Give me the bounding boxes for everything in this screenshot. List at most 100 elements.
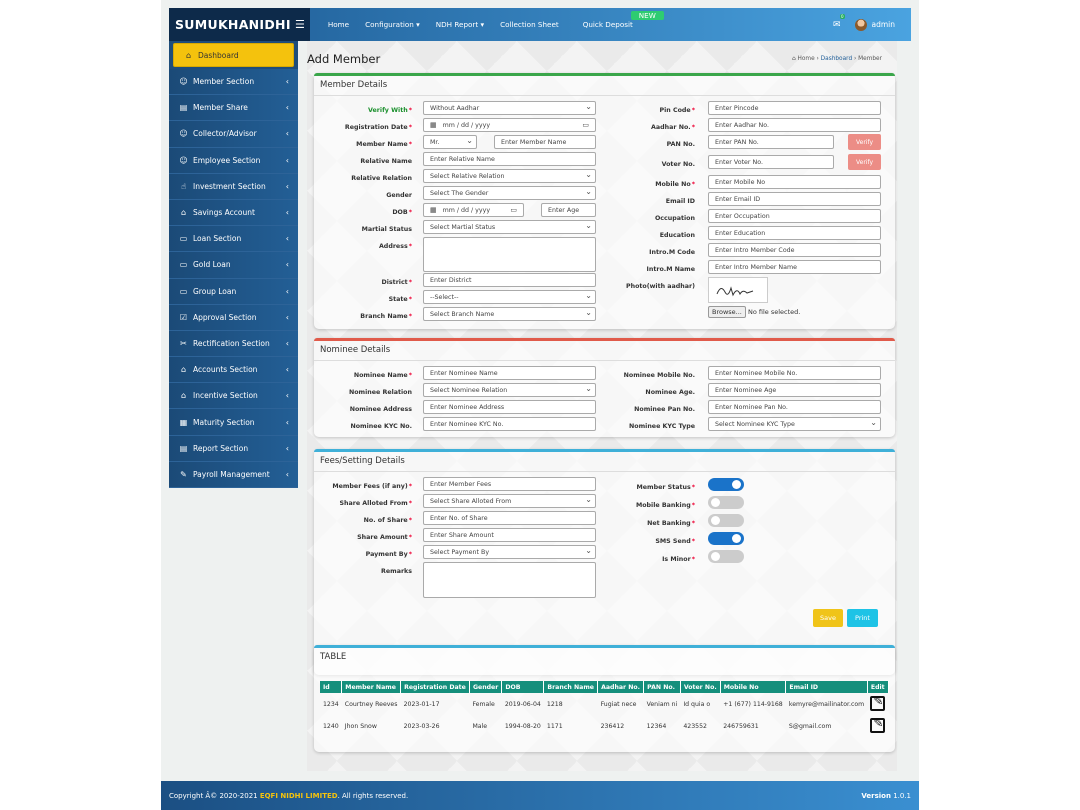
pan-input[interactable]: Enter PAN No. <box>708 135 834 149</box>
sidebar-item-label: Employee Section <box>193 155 261 165</box>
calendar-picker-icon[interactable]: ▭ <box>510 206 517 214</box>
sidebar-item-incentive-section[interactable]: ⌂ Incentive Section ‹ <box>169 383 298 410</box>
net-banking-toggle[interactable] <box>708 514 744 527</box>
aadhar-input[interactable]: Enter Aadhar No. <box>708 118 881 132</box>
nominee-name-input[interactable]: Enter Nominee Name <box>423 366 596 380</box>
table-header-cell[interactable]: Voter No. <box>680 681 721 693</box>
sidebar-item-payroll-management[interactable]: ✎ Payroll Management ‹ <box>169 461 298 488</box>
age-input[interactable]: Enter Age <box>541 203 596 217</box>
pan-verify-button[interactable]: Verify <box>848 134 881 150</box>
address-textarea[interactable] <box>423 237 596 272</box>
marital-status-select[interactable]: Select Martial Status <box>423 220 596 234</box>
remarks-label: Remarks <box>381 568 412 575</box>
table-header-cell[interactable]: Mobile No <box>720 681 787 693</box>
state-select[interactable]: --Select-- <box>423 290 596 304</box>
table-header-cell[interactable]: Member Name <box>341 681 402 693</box>
registration-date-input[interactable]: ▦ mm / dd / yyyy ▭ <box>423 118 596 132</box>
breadcrumb-dashboard[interactable]: Dashboard <box>821 56 852 62</box>
nominee-address-input[interactable]: Enter Nominee Address <box>423 400 596 414</box>
sidebar-item-employee-section[interactable]: ☺ Employee Section ‹ <box>169 147 298 174</box>
sidebar-item-savings-account[interactable]: ⌂ Savings Account ‹ <box>169 199 298 227</box>
sidebar-item-loan-section[interactable]: ▭ Loan Section ‹ <box>169 226 298 253</box>
district-input[interactable]: Enter District <box>423 273 596 287</box>
relative-name-input[interactable]: Enter Relative Name <box>423 152 596 166</box>
company-link[interactable]: EQFI NIDHI LIMITED <box>260 792 338 800</box>
sidebar-item-group-loan[interactable]: ▭ Group Loan ‹ <box>169 278 298 305</box>
sidebar-item-member-share[interactable]: ▤ Member Share ‹ <box>169 95 298 122</box>
email-input[interactable]: Enter Email ID <box>708 192 881 206</box>
table-header-cell[interactable]: Edit <box>867 681 890 693</box>
nominee-pan-input[interactable]: Enter Nominee Pan No. <box>708 400 881 414</box>
calendar-picker-icon[interactable]: ▭ <box>582 121 589 129</box>
table-header-cell[interactable]: Branch Name <box>543 681 599 693</box>
verify-with-select[interactable]: Without Aadhar <box>423 101 596 115</box>
sidebar-item-investment-section[interactable]: ☝ Investment Section ‹ <box>169 173 298 200</box>
branch-name-select[interactable]: Select Branch Name <box>423 307 596 321</box>
brand-logo[interactable]: SUMUKHANIDHI L' <box>169 8 298 41</box>
save-button[interactable]: Save <box>813 609 843 627</box>
member-status-toggle[interactable] <box>708 478 744 491</box>
sidebar-item-report-section[interactable]: ▤ Report Section ‹ <box>169 435 298 462</box>
share-alloted-from-select[interactable]: Select Share Alloted From <box>423 494 596 508</box>
hamburger-icon[interactable]: ☰ <box>290 8 310 41</box>
sidebar-item-maturity-section[interactable]: ▦ Maturity Section ‹ <box>169 409 298 436</box>
intro-name-input[interactable]: Enter Intro Member Name <box>708 260 881 274</box>
nominee-mobile-input[interactable]: Enter Nominee Mobile No. <box>708 366 881 380</box>
table-header-cell[interactable]: Id <box>320 681 343 693</box>
salutation-select[interactable]: Mr. <box>423 135 477 149</box>
share-amount-input[interactable]: Enter Share Amount <box>423 528 596 542</box>
table-header-cell[interactable]: DOB <box>501 681 545 693</box>
table-card: TABLE Id Member Name Registration Date Gend… <box>314 645 895 752</box>
print-button[interactable]: Print <box>847 609 878 627</box>
payment-by-select[interactable]: Select Payment By <box>423 545 596 559</box>
sidebar-item-rectification-section[interactable]: ✂ Rectification Section ‹ <box>169 330 298 358</box>
nav-home[interactable]: Home <box>320 20 357 29</box>
breadcrumb-current: Member <box>858 56 882 62</box>
gender-select[interactable]: Select The Gender <box>423 186 596 200</box>
nav-configuration[interactable]: Configuration ▾ <box>357 20 428 29</box>
education-input[interactable]: Enter Education <box>708 226 881 240</box>
table-header-cell[interactable]: Email ID <box>785 681 868 693</box>
nav-collection-sheet[interactable]: Collection Sheet <box>492 20 567 29</box>
sidebar-item-accounts-section[interactable]: ⌂ Accounts Section ‹ <box>169 357 298 384</box>
breadcrumb-home[interactable]: Home <box>798 56 815 62</box>
sidebar-item-collector-advisor[interactable]: ☺ Collector/Advisor ‹ <box>169 121 298 148</box>
nominee-relation-select[interactable]: Select Nominee Relation <box>423 383 596 397</box>
share-no-input[interactable]: Enter No. of Share <box>423 511 596 525</box>
mail-icon[interactable]: ✉ 0 <box>833 13 845 30</box>
browse-button[interactable]: Browse... <box>708 306 746 318</box>
relative-relation-select[interactable]: Select Relative Relation <box>423 169 596 183</box>
mobile-banking-toggle[interactable] <box>708 496 744 509</box>
table-header-cell[interactable]: PAN No. <box>643 681 681 693</box>
dob-input[interactable]: ▦ mm / dd / yyyy ▭ <box>423 203 524 217</box>
sidebar-item-member-section[interactable]: ☺ Member Section ‹ <box>169 69 298 96</box>
sidebar-item-dashboard[interactable]: ⌂ Dashboard <box>173 43 294 67</box>
sms-send-toggle[interactable] <box>708 532 744 545</box>
nav-ndh-report[interactable]: NDH Report ▾ <box>428 20 492 29</box>
table-header-cell[interactable]: Gender <box>469 681 503 693</box>
is-minor-toggle[interactable] <box>708 550 744 563</box>
voter-verify-button[interactable]: Verify <box>848 154 881 170</box>
occupation-input[interactable]: Enter Occupation <box>708 209 881 223</box>
sidebar-item-approval-section[interactable]: ☑ Approval Section ‹ <box>169 304 298 331</box>
sidebar-item-gold-loan[interactable]: ▭ Gold Loan ‹ <box>169 252 298 279</box>
nominee-kyc-no-input[interactable]: Enter Nominee KYC No. <box>423 417 596 431</box>
voter-input[interactable]: Enter Voter No. <box>708 155 834 169</box>
nominee-age-input[interactable]: Enter Nominee Age <box>708 383 881 397</box>
mobile-input[interactable]: Enter Mobile No <box>708 175 881 189</box>
remarks-textarea[interactable] <box>423 562 596 598</box>
pin-code-input[interactable]: Enter Pincode <box>708 101 881 115</box>
relative-name-label: Relative Name <box>360 158 412 165</box>
edit-icon[interactable] <box>870 694 886 711</box>
intro-code-input[interactable]: Enter Intro Member Code <box>708 243 881 257</box>
nominee-kyc-type-select[interactable]: Select Nominee KYC Type <box>708 417 881 431</box>
member-name-input[interactable]: Enter Member Name <box>494 135 596 149</box>
member-fees-input[interactable]: Enter Member Fees <box>423 477 596 491</box>
sidebar-item-label: Rectification Section <box>193 338 270 348</box>
edit-icon[interactable] <box>870 716 886 733</box>
table-cell: kemyre@mailinator.com <box>788 700 865 708</box>
user-menu[interactable]: admin <box>854 18 895 31</box>
table-header-cell[interactable]: Aadhar No. <box>597 681 645 693</box>
table-header-cell[interactable]: Registration Date <box>400 681 470 693</box>
nav-quick-deposit[interactable]: Quick DepositNEW <box>567 11 682 29</box>
